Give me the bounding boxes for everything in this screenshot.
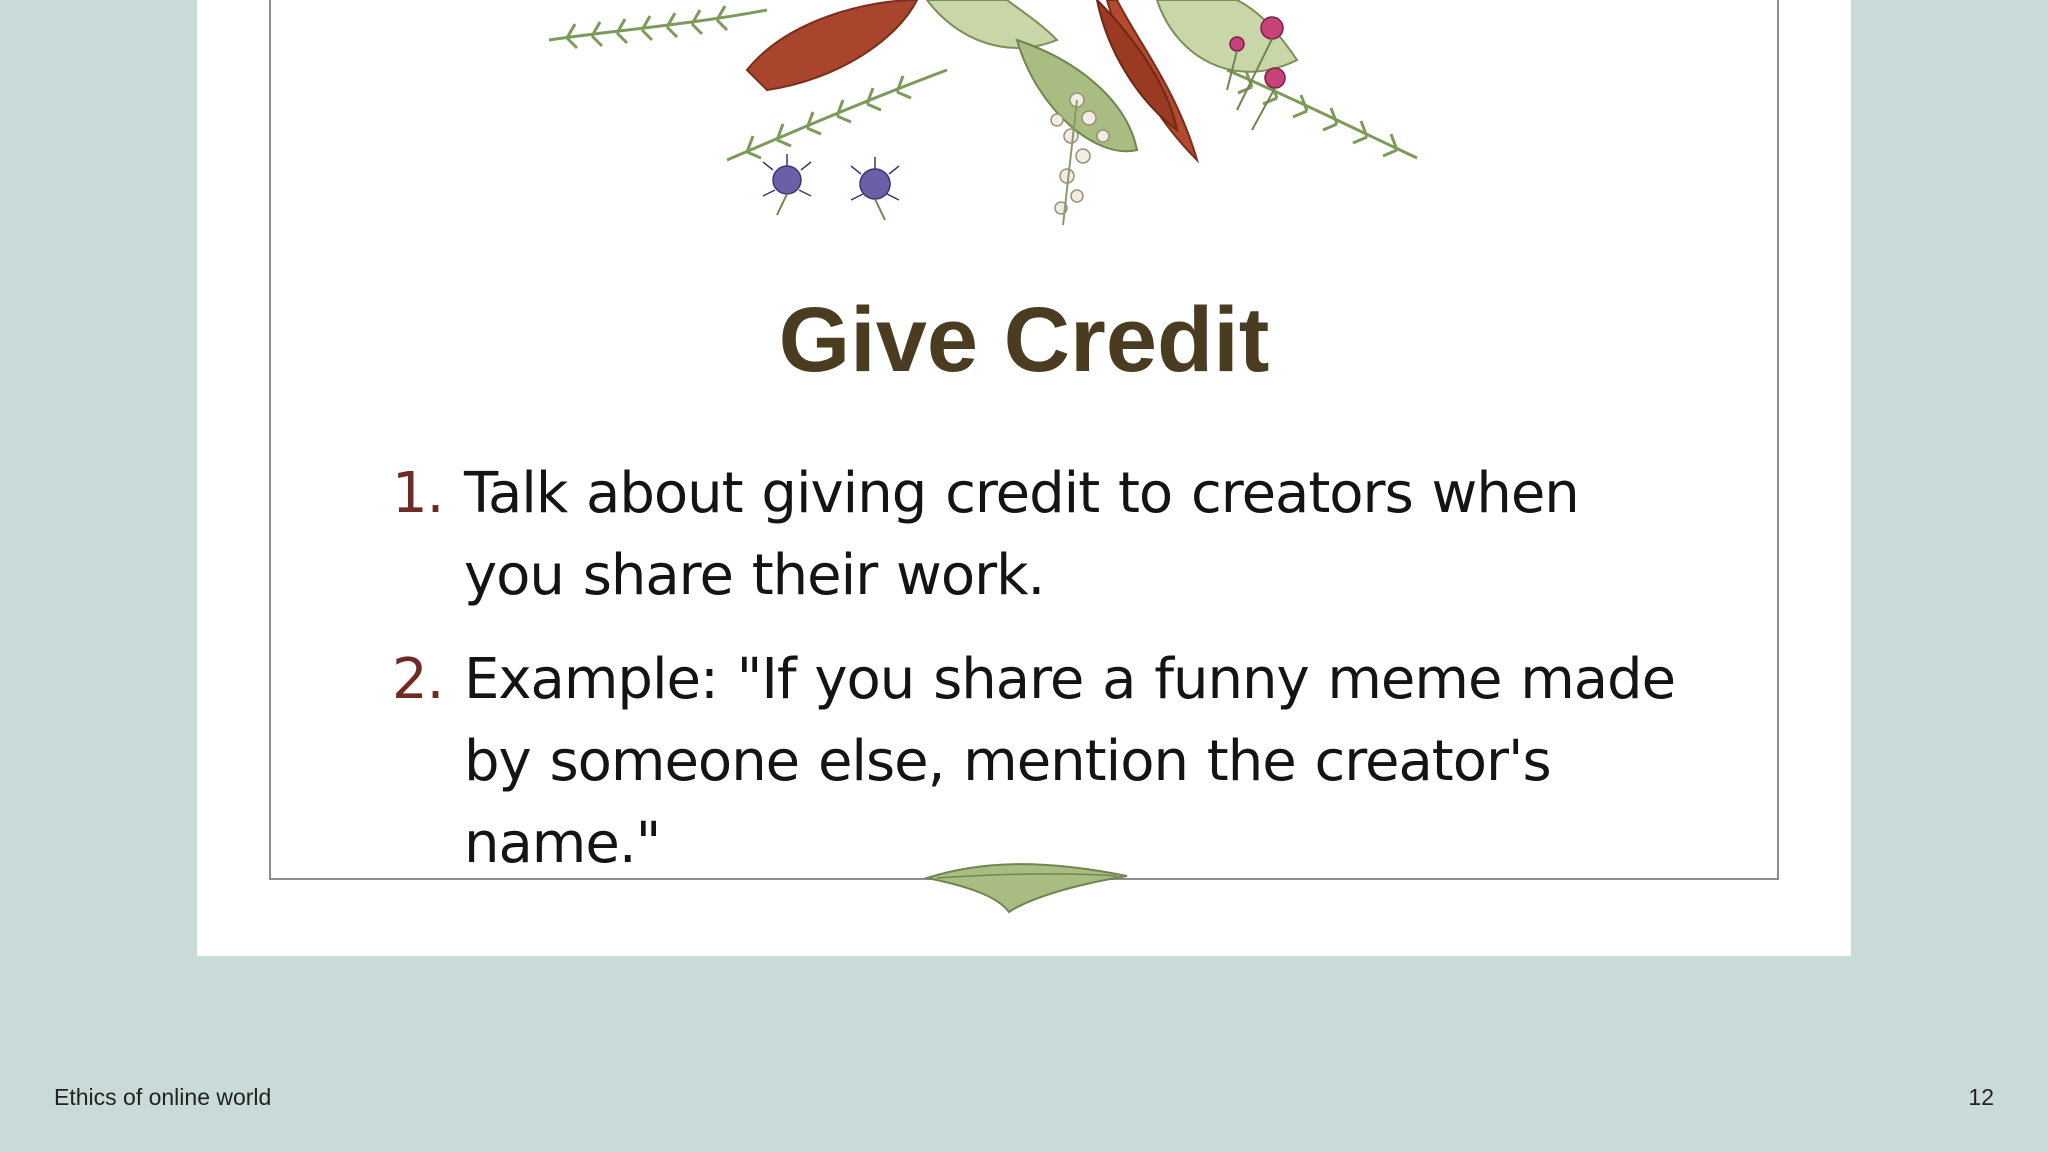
floral-bouquet-icon	[548, 0, 1418, 226]
numbered-list: 1. Talk about giving credit to creators …	[392, 453, 1692, 907]
footer-page-number: 12	[1968, 1084, 1994, 1110]
list-item-number: 1.	[392, 461, 444, 526]
slide-title: Give Credit	[778, 289, 1270, 391]
footer-presentation-name: Ethics of online world	[54, 1084, 272, 1110]
slide-card: Give Credit 1. Talk about giving credit …	[197, 0, 1851, 956]
list-item: 1. Talk about giving credit to creators …	[392, 453, 1692, 617]
list-item-text: Example: "If you share a funny meme made…	[464, 647, 1676, 876]
list-item-number: 2.	[392, 647, 444, 712]
list-item: 2. Example: "If you share a funny meme m…	[392, 639, 1692, 885]
list-item-text: Talk about giving credit to creators whe…	[464, 461, 1580, 608]
